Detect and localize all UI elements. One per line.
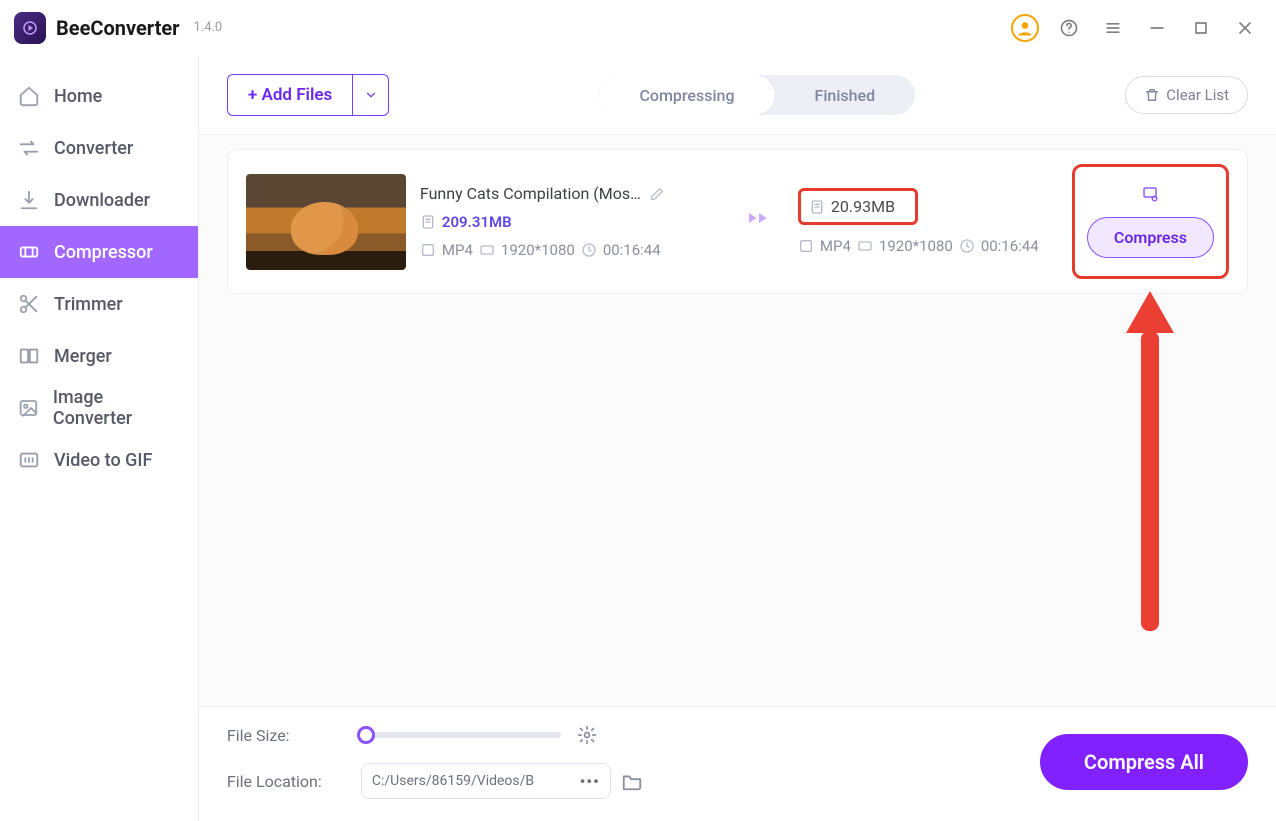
sidebar-item-label: Converter [54, 138, 133, 159]
file-list: Funny Cats Compilation (Mos… 209.31MB MP… [199, 135, 1276, 308]
sidebar: Home Converter Downloader Compressor Tri… [0, 56, 199, 821]
file-actions: Compress [1072, 164, 1229, 279]
app-name: BeeConverter [56, 16, 179, 40]
source-format: MP4 [442, 241, 473, 259]
merger-icon [18, 345, 40, 367]
menu-icon[interactable] [1096, 11, 1130, 45]
add-files-button[interactable]: + Add Files [227, 74, 389, 116]
annotation-arrow [1130, 291, 1170, 631]
gif-icon [18, 449, 40, 471]
target-size: 20.93MB [831, 197, 895, 216]
app-version: 1.4.0 [193, 20, 222, 35]
account-icon[interactable] [1008, 11, 1042, 45]
sidebar-item-label: Compressor [54, 242, 153, 263]
tab-switch: Compressing Finished [599, 75, 915, 115]
compress-label: Compress [1114, 228, 1187, 247]
app-logo [14, 12, 46, 44]
sidebar-item-label: Image Converter [53, 387, 180, 429]
clock-icon [581, 242, 597, 258]
annotation-target-size: 20.93MB [798, 188, 918, 225]
sidebar-item-merger[interactable]: Merger [0, 330, 198, 382]
filesize-icon [420, 214, 436, 230]
tab-label: Finished [815, 86, 876, 105]
target-format: MP4 [820, 237, 851, 255]
target-resolution: 1920*1080 [879, 237, 953, 255]
sidebar-item-home[interactable]: Home [0, 70, 198, 122]
clock-icon [959, 238, 975, 254]
tab-finished[interactable]: Finished [775, 75, 916, 115]
format-icon [798, 238, 814, 254]
toolbar: + Add Files Compressing Finished Clear L… [199, 56, 1276, 135]
converter-icon [18, 137, 40, 159]
target-duration: 00:16:44 [981, 237, 1039, 255]
folder-icon[interactable] [621, 770, 643, 792]
more-icon[interactable]: ••• [580, 772, 600, 791]
video-thumbnail [246, 174, 406, 270]
resolution-icon [857, 238, 873, 254]
clear-list-label: Clear List [1166, 86, 1229, 104]
sidebar-item-label: Merger [54, 346, 112, 367]
title-bar: BeeConverter 1.4.0 [0, 0, 1276, 56]
sidebar-item-image-converter[interactable]: Image Converter [0, 382, 198, 434]
slider-knob[interactable] [357, 726, 375, 744]
compress-button[interactable]: Compress [1087, 217, 1214, 258]
file-location-input[interactable]: ••• [361, 763, 611, 799]
source-resolution: 1920*1080 [501, 241, 575, 259]
target-info: 20.93MB MP4 1920*1080 00:16:44 [798, 188, 1058, 255]
source-info: Funny Cats Compilation (Mos… 209.31MB MP… [420, 184, 720, 259]
compress-all-button[interactable]: Compress All [1040, 734, 1248, 790]
compress-all-label: Compress All [1084, 750, 1204, 774]
sidebar-item-compressor[interactable]: Compressor [0, 226, 198, 278]
file-card: Funny Cats Compilation (Mos… 209.31MB MP… [227, 149, 1248, 294]
compressor-icon [18, 241, 40, 263]
footer: File Size: Compress All File Location: •… [199, 706, 1276, 821]
home-icon [18, 85, 40, 107]
file-size-slider[interactable] [361, 732, 561, 738]
source-size: 209.31MB [442, 213, 512, 231]
resolution-icon [479, 242, 495, 258]
sidebar-item-trimmer[interactable]: Trimmer [0, 278, 198, 330]
tab-label: Compressing [639, 86, 734, 105]
sidebar-item-label: Home [54, 86, 102, 107]
edit-icon[interactable] [649, 186, 665, 202]
source-duration: 00:16:44 [603, 241, 661, 259]
gear-icon[interactable] [577, 725, 597, 745]
sidebar-item-label: Downloader [54, 190, 150, 211]
trash-icon [1144, 87, 1160, 103]
sidebar-item-converter[interactable]: Converter [0, 122, 198, 174]
sidebar-item-video-to-gif[interactable]: Video to GIF [0, 434, 198, 486]
clear-list-button[interactable]: Clear List [1125, 76, 1248, 114]
sidebar-item-downloader[interactable]: Downloader [0, 174, 198, 226]
minimize-icon[interactable] [1140, 11, 1174, 45]
add-files-label: + Add Files [248, 85, 332, 105]
file-location-label: File Location: [227, 772, 347, 791]
sidebar-item-label: Video to GIF [54, 450, 152, 471]
filesize-icon [809, 199, 825, 215]
format-icon [420, 242, 436, 258]
download-icon [18, 189, 40, 211]
arrow-icon [734, 203, 784, 240]
image-icon [18, 397, 39, 419]
chevron-down-icon [364, 88, 378, 102]
tab-compressing[interactable]: Compressing [599, 75, 774, 115]
close-icon[interactable] [1228, 11, 1262, 45]
settings-icon[interactable] [1141, 185, 1159, 203]
maximize-icon[interactable] [1184, 11, 1218, 45]
path-field[interactable] [372, 773, 572, 789]
scissors-icon [18, 293, 40, 315]
annotation-compress-box: Compress [1072, 164, 1229, 279]
add-files-dropdown[interactable] [352, 75, 388, 115]
main-panel: + Add Files Compressing Finished Clear L… [199, 56, 1276, 821]
help-icon[interactable] [1052, 11, 1086, 45]
file-size-label: File Size: [227, 726, 347, 745]
sidebar-item-label: Trimmer [54, 294, 123, 315]
file-title: Funny Cats Compilation (Mos… [420, 184, 641, 203]
